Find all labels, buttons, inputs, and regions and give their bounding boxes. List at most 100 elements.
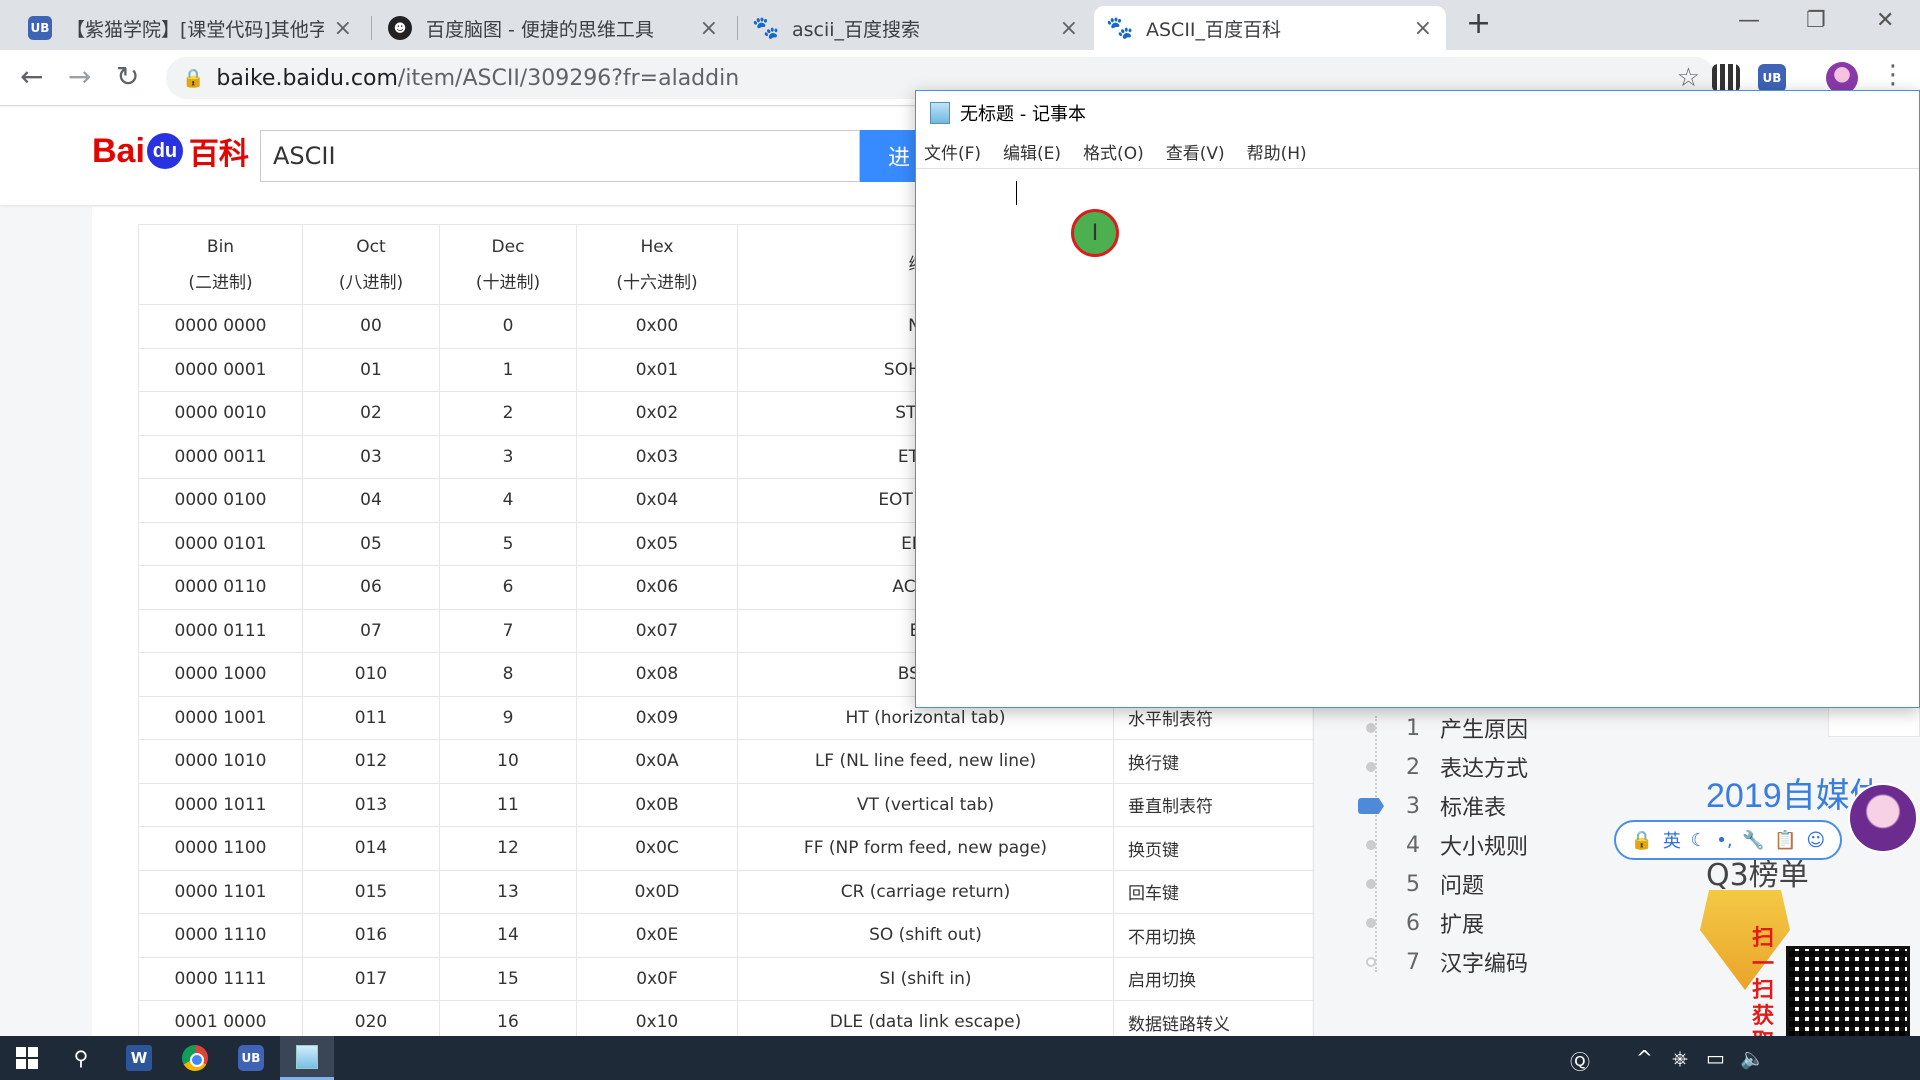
ime-lang-toggle[interactable]: 英 — [1663, 827, 1681, 853]
taskbar-chrome[interactable] — [168, 1036, 222, 1080]
cell-oct: 014 — [302, 826, 440, 871]
start-button[interactable] — [0, 1036, 54, 1080]
browser-menu-icon[interactable]: ⋮ — [1880, 60, 1906, 90]
tab-baidu-naotu[interactable]: ☻ 百度脑图 - 便捷的思维工具 × — [374, 6, 732, 50]
toc-item[interactable]: 4 大小规则 — [1366, 829, 1528, 861]
ime-clipboard-icon[interactable]: 📋 — [1774, 830, 1796, 851]
notepad-text-area[interactable]: I — [916, 169, 1919, 707]
logo-baike: 百科 — [188, 138, 249, 171]
cell-meaning: 启用切换 — [1113, 956, 1314, 1001]
taskbar-word[interactable]: W — [112, 1036, 166, 1080]
notepad-window: 无标题 - 记事本 文件(F) 编辑(E) 格式(O) 查看(V) 帮助(H) … — [915, 90, 1920, 708]
cell-dec: 8 — [439, 652, 577, 697]
ub-extension-icon[interactable]: UB — [1758, 64, 1786, 92]
chevron-up-icon[interactable]: ^ — [1636, 1046, 1653, 1070]
window-restore-icon[interactable]: ❐ — [1806, 8, 1826, 33]
notepad-titlebar[interactable]: 无标题 - 记事本 — [916, 91, 1919, 135]
window-minimize-icon[interactable]: — — [1738, 8, 1760, 33]
menu-view[interactable]: 查看(V) — [1166, 139, 1225, 164]
cell-bin: 0000 1010 — [138, 739, 303, 784]
cell-abbr: FF (NP form feed, new page) — [737, 826, 1114, 871]
cell-hex: 0x0D — [576, 869, 738, 914]
toc-item[interactable]: 1 产生原因 — [1366, 712, 1528, 744]
ad-avatar — [1848, 783, 1918, 853]
cell-abbr: SI (shift in) — [737, 956, 1114, 1001]
menu-edit[interactable]: 编辑(E) — [1003, 139, 1061, 164]
windows-taskbar: ⚲ W UB Ⓠ ^ ⎈ ▭ 🔈 — [0, 1036, 1920, 1080]
cell-meaning: 换行键 — [1113, 739, 1314, 784]
window-close-icon[interactable]: ✕ — [1876, 8, 1894, 33]
baidu-baike-logo[interactable]: Bai du 百科 — [92, 129, 249, 173]
cell-dec: 4 — [439, 478, 577, 523]
menu-file[interactable]: 文件(F) — [924, 139, 981, 164]
tab-close-icon[interactable]: × — [334, 16, 352, 41]
tab-ascii-search[interactable]: 🐾 ascii_百度搜索 × — [740, 6, 1092, 50]
menu-format[interactable]: 格式(O) — [1083, 139, 1144, 164]
ime-smile-icon[interactable]: ☺ — [1806, 830, 1825, 851]
cell-oct: 010 — [302, 652, 440, 697]
q-tray-icon[interactable]: Ⓠ — [1570, 1046, 1590, 1075]
url-text[interactable]: baike.baidu.com/item/ASCII/309296?fr=ala… — [216, 66, 739, 91]
toc-label: 表达方式 — [1440, 757, 1529, 782]
chrome-icon — [182, 1045, 208, 1071]
display-icon[interactable]: ▭ — [1706, 1046, 1725, 1070]
toc-dot-icon — [1366, 723, 1376, 733]
notepad-icon — [930, 102, 950, 124]
volume-icon[interactable]: 🔈 — [1740, 1046, 1765, 1070]
cell-bin: 0000 0010 — [138, 391, 303, 436]
network-icon[interactable]: ⎈ — [1672, 1046, 1688, 1070]
cell-bin: 0000 0100 — [138, 478, 303, 523]
cell-meaning: 垂直制表符 — [1113, 782, 1314, 827]
cell-hex: 0x01 — [576, 347, 738, 392]
toc-item[interactable]: 5 问题 — [1366, 868, 1484, 900]
tab-close-icon[interactable]: × — [700, 16, 718, 41]
tab-title: 百度脑图 - 便捷的思维工具 — [426, 18, 654, 41]
ime-punct-icon[interactable]: •, — [1716, 830, 1732, 851]
toc-number: 5 — [1406, 871, 1420, 897]
toc-item[interactable]: 6 扩展 — [1366, 907, 1484, 939]
taskbar-ub[interactable]: UB — [224, 1036, 278, 1080]
cell-dec: 12 — [439, 826, 577, 871]
cell-dec: 6 — [439, 565, 577, 610]
word-icon: W — [126, 1045, 152, 1071]
cell-hex: 0x02 — [576, 391, 738, 436]
notepad-app-icon — [296, 1044, 318, 1069]
cell-hex: 0x0E — [576, 913, 738, 958]
toc-item[interactable]: 2 表达方式 — [1366, 751, 1528, 783]
ime-wrench-icon[interactable]: 🔧 — [1742, 830, 1764, 851]
tab-zimao[interactable]: UB 【紫猫学院】[课堂代码]其他字符 × — [14, 6, 366, 50]
cell-dec: 3 — [439, 434, 577, 479]
cell-dec: 9 — [439, 695, 577, 740]
tab-ascii-baike[interactable]: 🐾 ASCII_百度百科 × — [1094, 6, 1446, 50]
cell-hex: 0x06 — [576, 565, 738, 610]
new-tab-plus-icon[interactable]: + — [1466, 6, 1491, 41]
back-arrow-icon[interactable]: ← — [20, 60, 43, 93]
forward-arrow-icon[interactable]: → — [68, 60, 91, 93]
reload-icon[interactable]: ↻ — [116, 60, 139, 93]
cell-meaning: 不用切换 — [1113, 913, 1314, 958]
baike-search-input[interactable]: ASCII — [260, 130, 860, 182]
side-widget[interactable] — [1828, 707, 1920, 737]
toc-item[interactable]: 3 标准表 — [1358, 790, 1506, 822]
toc-number: 6 — [1406, 910, 1420, 936]
header-oct: Oct (八进制) — [302, 224, 440, 305]
table-row: 0000 1111 017 15 0x0F SI (shift in) 启用切换 — [138, 956, 1314, 1001]
search-icon[interactable]: ⚲ — [54, 1036, 108, 1080]
cell-hex: 0x05 — [576, 521, 738, 566]
bookmark-star-icon[interactable]: ☆ — [1677, 63, 1700, 93]
lock-icon: 🔒 — [182, 67, 205, 89]
taskbar-notepad[interactable] — [280, 1036, 334, 1080]
cell-bin: 0000 0101 — [138, 521, 303, 566]
tab-close-icon[interactable]: × — [1060, 16, 1078, 41]
ime-moon-icon[interactable]: ☾ — [1691, 830, 1707, 851]
cell-dec: 13 — [439, 869, 577, 914]
tab-close-icon[interactable]: × — [1414, 16, 1432, 41]
baidu-paw-icon: 🐾 — [1106, 15, 1134, 41]
ime-lock-icon[interactable]: 🔒 — [1631, 830, 1653, 851]
cell-dec: 2 — [439, 391, 577, 436]
toc-item[interactable]: 7 汉字编码 — [1366, 946, 1528, 978]
url-host: baike.baidu.com — [216, 65, 398, 91]
menu-help[interactable]: 帮助(H) — [1247, 139, 1307, 164]
qr-code-extension-icon[interactable] — [1712, 64, 1740, 92]
cell-bin: 0000 0110 — [138, 565, 303, 610]
